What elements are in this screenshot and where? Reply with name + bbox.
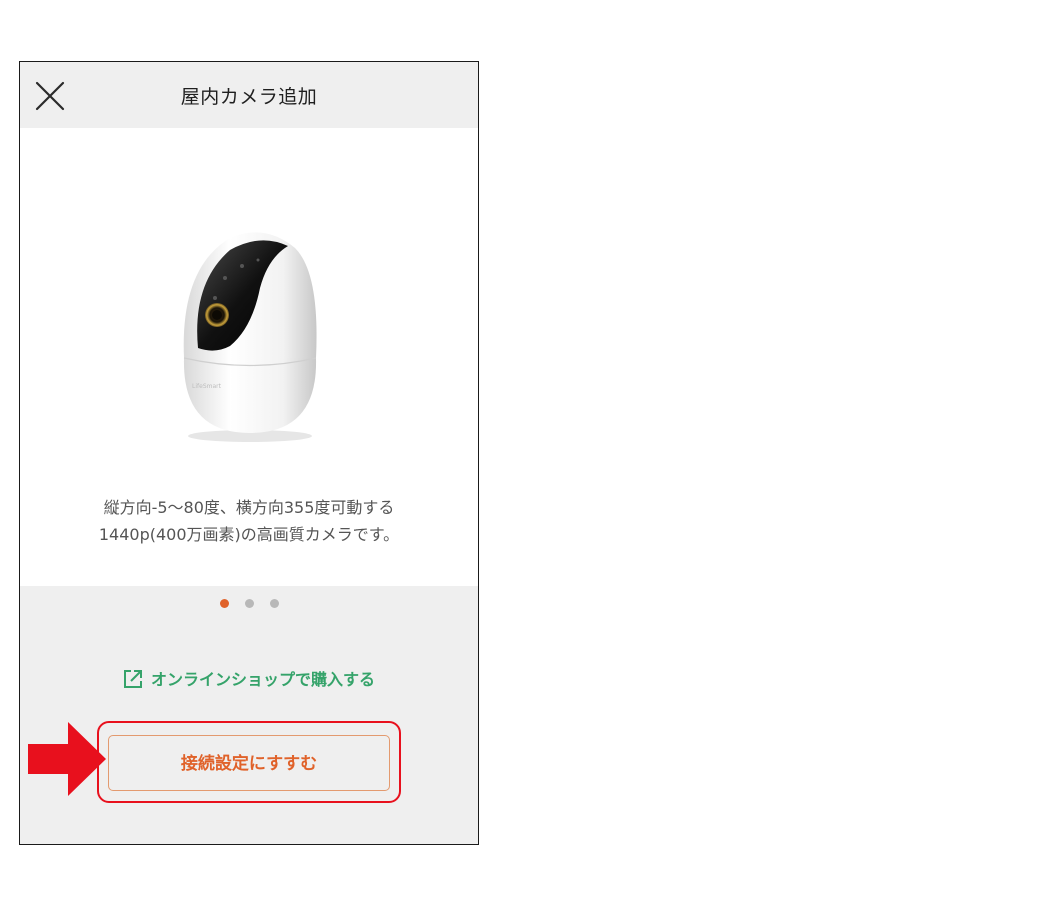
description-line-2: 1440p(400万画素)の高画質カメラです。 [98, 525, 400, 544]
annotation-arrow-icon [28, 722, 106, 796]
page-dot-1[interactable] [219, 599, 229, 608]
annotation-highlight-box [97, 721, 401, 803]
carousel-slide[interactable]: LifeSmart 縦方向-5〜80度、横方向355度可動する 1440p(40… [20, 128, 478, 586]
header-bar: 屋内カメラ追加 [20, 62, 478, 128]
carousel-page-indicator [20, 599, 478, 609]
page-dot-3[interactable] [269, 599, 279, 608]
camera-description: 縦方向-5〜80度、横方向355度可動する 1440p(400万画素)の高画質カ… [20, 494, 478, 548]
page-dot-2[interactable] [244, 599, 254, 608]
camera-product-image: LifeSmart [183, 232, 317, 442]
online-shop-link[interactable]: オンラインショップで購入する [20, 666, 478, 690]
online-shop-link-label: オンラインショップで購入する [150, 670, 375, 689]
page-title: 屋内カメラ追加 [180, 86, 318, 108]
description-line-1: 縦方向-5〜80度、横方向355度可動する [103, 498, 395, 517]
camera-brand-label: LifeSmart [192, 383, 222, 390]
external-link-icon [123, 670, 142, 688]
